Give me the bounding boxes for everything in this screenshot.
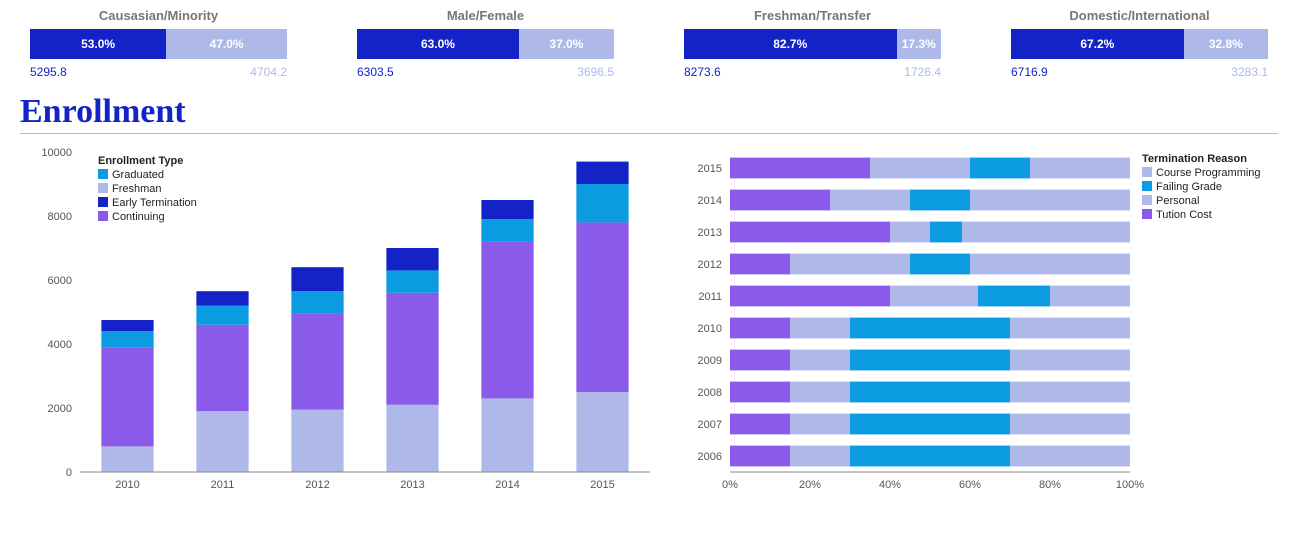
kpi-val-a: 6303.5 xyxy=(357,65,394,79)
svg-text:40%: 40% xyxy=(879,479,901,491)
svg-text:20%: 20% xyxy=(799,479,821,491)
kpi-title: Freshman/Transfer xyxy=(684,8,941,23)
svg-text:2015: 2015 xyxy=(698,163,722,175)
chart-termination-reason: 2015 2014 2013 2012 2011 2010 2009 2008 2007 2006… xyxy=(680,142,1280,502)
kpi-bar-b: 37.0% xyxy=(519,29,614,59)
kpi-bar-a: 63.0% xyxy=(357,29,519,59)
svg-text:2011: 2011 xyxy=(698,291,722,303)
kpi-bar-a: 82.7% xyxy=(684,29,897,59)
svg-text:Continuing: Continuing xyxy=(112,211,165,223)
svg-text:4000: 4000 xyxy=(48,339,72,351)
section-title: Enrollment xyxy=(20,93,1278,131)
svg-text:80%: 80% xyxy=(1039,479,1061,491)
charts-row: 0200040006000800010000201020112012201320… xyxy=(20,142,1278,502)
svg-text:2012: 2012 xyxy=(305,479,329,491)
svg-text:2007: 2007 xyxy=(698,419,722,431)
kpi-title: Causasian/Minority xyxy=(30,8,287,23)
svg-text:2012: 2012 xyxy=(698,259,722,271)
svg-text:6000: 6000 xyxy=(48,275,72,287)
svg-text:2010: 2010 xyxy=(115,479,139,491)
kpi-bar-a: 53.0% xyxy=(30,29,166,59)
kpi-bar-a: 67.2% xyxy=(1011,29,1184,59)
kpi-values: 8273.6 1726.4 xyxy=(684,65,941,79)
kpi-bar-b: 32.8% xyxy=(1184,29,1268,59)
kpi-values: 5295.8 4704.2 xyxy=(30,65,287,79)
kpi-caucasian-minority: Causasian/Minority 53.0% 47.0% 5295.8 47… xyxy=(30,8,287,79)
kpi-row: Causasian/Minority 53.0% 47.0% 5295.8 47… xyxy=(20,8,1278,79)
section-divider xyxy=(20,133,1278,134)
kpi-bar-b: 17.3% xyxy=(897,29,941,59)
svg-text:Termination Reason: Termination Reason xyxy=(1142,153,1247,165)
svg-text:2014: 2014 xyxy=(495,479,519,491)
kpi-title: Male/Female xyxy=(357,8,614,23)
kpi-val-b: 1726.4 xyxy=(904,65,941,79)
kpi-val-b: 3696.5 xyxy=(577,65,614,79)
kpi-val-a: 8273.6 xyxy=(684,65,721,79)
svg-text:Personal: Personal xyxy=(1156,195,1199,207)
svg-text:10000: 10000 xyxy=(41,147,72,159)
svg-text:Failing Grade: Failing Grade xyxy=(1156,181,1222,193)
kpi-val-b: 4704.2 xyxy=(250,65,287,79)
svg-text:2013: 2013 xyxy=(698,227,722,239)
svg-text:2014: 2014 xyxy=(698,195,722,207)
kpi-bar: 82.7% 17.3% xyxy=(684,29,941,59)
kpi-bar: 63.0% 37.0% xyxy=(357,29,614,59)
svg-text:Graduated: Graduated xyxy=(112,169,164,181)
kpi-bar: 67.2% 32.8% xyxy=(1011,29,1268,59)
kpi-val-a: 5295.8 xyxy=(30,65,67,79)
kpi-values: 6303.5 3696.5 xyxy=(357,65,614,79)
svg-text:2013: 2013 xyxy=(400,479,424,491)
kpi-bar-b: 47.0% xyxy=(166,29,287,59)
svg-text:Tution Cost: Tution Cost xyxy=(1156,209,1212,221)
kpi-freshman-transfer: Freshman/Transfer 82.7% 17.3% 8273.6 172… xyxy=(684,8,941,79)
svg-text:60%: 60% xyxy=(959,479,981,491)
svg-text:2006: 2006 xyxy=(698,451,722,463)
svg-text:Enrollment Type: Enrollment Type xyxy=(98,155,183,167)
kpi-values: 6716.9 3283.1 xyxy=(1011,65,1268,79)
svg-text:Early Termination: Early Termination xyxy=(112,197,197,209)
kpi-domestic-international: Domestic/International 67.2% 32.8% 6716.… xyxy=(1011,8,1268,79)
svg-text:2008: 2008 xyxy=(698,387,722,399)
kpi-title: Domestic/International xyxy=(1011,8,1268,23)
svg-text:2000: 2000 xyxy=(48,403,72,415)
kpi-bar: 53.0% 47.0% xyxy=(30,29,287,59)
kpi-val-a: 6716.9 xyxy=(1011,65,1048,79)
svg-text:2015: 2015 xyxy=(590,479,614,491)
svg-text:Freshman: Freshman xyxy=(112,183,162,195)
svg-text:2010: 2010 xyxy=(698,323,722,335)
svg-text:100%: 100% xyxy=(1116,479,1144,491)
kpi-val-b: 3283.1 xyxy=(1231,65,1268,79)
kpi-male-female: Male/Female 63.0% 37.0% 6303.5 3696.5 xyxy=(357,8,614,79)
svg-text:Course Programming: Course Programming xyxy=(1156,167,1261,179)
svg-text:0%: 0% xyxy=(722,479,738,491)
svg-text:0: 0 xyxy=(66,467,72,479)
chart-enrollment-type: 0 2000 4000 6000 8000 10000 2010 2011 2012 2013 20… xyxy=(20,142,660,502)
svg-text:2009: 2009 xyxy=(698,355,722,367)
svg-text:8000: 8000 xyxy=(48,211,72,223)
svg-text:2011: 2011 xyxy=(211,479,235,491)
